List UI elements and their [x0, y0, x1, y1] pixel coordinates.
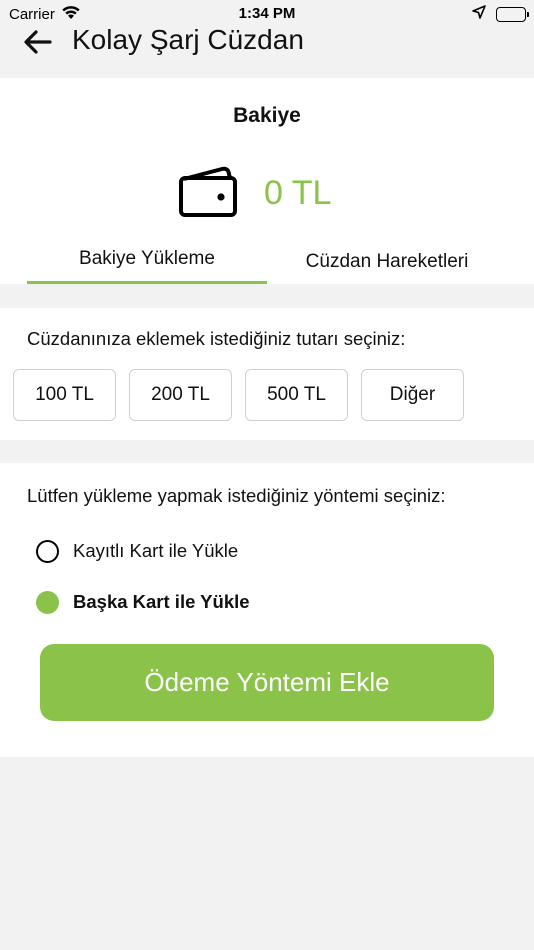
radio-saved-card[interactable]: Kayıtlı Kart ile Yükle — [36, 537, 238, 565]
radio-unchecked-icon[interactable] — [36, 539, 59, 563]
amount-prompt: Cüzdanınıza eklemek istediğiniz tutarı s… — [27, 328, 406, 349]
balance-value: 0 TL — [264, 174, 332, 212]
amount-section: Cüzdanınıza eklemek istediğiniz tutarı s… — [0, 308, 534, 440]
amount-500-button[interactable]: 500 TL — [245, 369, 348, 421]
tab-label: Cüzdan Hareketleri — [305, 251, 469, 272]
active-tab-indicator — [27, 281, 267, 284]
nav-bar: Kolay Şarj Cüzdan — [0, 22, 534, 74]
balance-label: Bakiye — [233, 104, 301, 127]
status-bar-right — [472, 5, 529, 23]
wallet-tabs: Bakiye Yükleme Cüzdan Hareketleri — [0, 238, 534, 284]
battery-icon — [496, 6, 529, 22]
wallet-icon — [178, 166, 238, 218]
method-prompt: Lütfen yükleme yapmak istediğiniz yöntem… — [27, 485, 446, 506]
amount-other-button[interactable]: Diğer — [361, 369, 464, 421]
amount-100-button[interactable]: 100 TL — [13, 369, 116, 421]
method-section: Lütfen yükleme yapmak istediğiniz yöntem… — [0, 463, 534, 757]
balance-card: Bakiye 0 TL Bakiye Yükleme Cüzdan Hareke… — [0, 78, 534, 284]
status-time: 1:34 PM — [238, 5, 296, 22]
location-arrow-icon — [472, 5, 486, 23]
tab-label: Bakiye Yükleme — [79, 248, 215, 269]
back-arrow-icon — [24, 30, 52, 54]
page-title: Kolay Şarj Cüzdan — [72, 24, 304, 55]
radio-label: Kayıtlı Kart ile Yükle — [73, 540, 239, 561]
amount-200-button[interactable]: 200 TL — [129, 369, 232, 421]
radio-checked-icon[interactable] — [36, 590, 59, 614]
radio-label: Başka Kart ile Yükle — [73, 591, 250, 612]
add-payment-method-button[interactable]: Ödeme Yöntemi Ekle — [40, 644, 494, 721]
tab-bakiye-yukleme[interactable]: Bakiye Yükleme — [27, 238, 267, 284]
tab-cuzdan-hareketleri[interactable]: Cüzdan Hareketleri — [267, 238, 507, 284]
radio-other-card[interactable]: Başka Kart ile Yükle — [36, 588, 250, 616]
back-button[interactable] — [22, 26, 54, 58]
